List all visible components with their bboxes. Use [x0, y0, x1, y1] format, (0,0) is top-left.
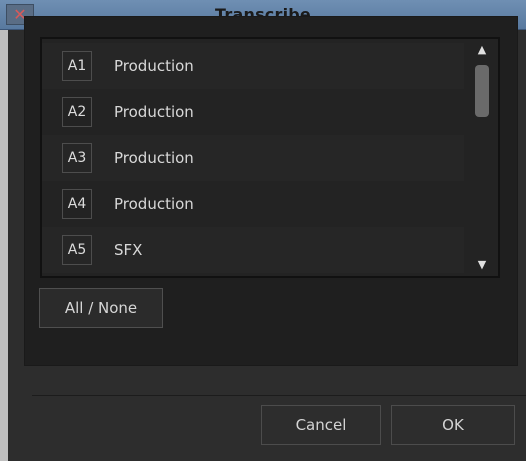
track-label: SFX	[114, 241, 143, 259]
track-id-badge: A2	[62, 97, 92, 127]
ok-button[interactable]: OK	[391, 405, 515, 445]
track-label: Production	[114, 195, 194, 213]
track-id-badge: A5	[62, 235, 92, 265]
all-none-button[interactable]: All / None	[39, 288, 163, 328]
footer-divider	[32, 395, 526, 396]
track-row[interactable]: A2 Production	[42, 89, 464, 135]
track-row[interactable]: A1 Production	[42, 43, 464, 89]
track-list[interactable]: A1 Production A2 Production A3 Productio…	[40, 37, 500, 278]
track-id-badge: A3	[62, 143, 92, 173]
window-edge	[0, 30, 8, 461]
track-row[interactable]: A5 SFX	[42, 227, 464, 273]
track-row[interactable]: A3 Production	[42, 135, 464, 181]
list-scrollbar[interactable]: ▲ ▼	[466, 39, 498, 276]
track-label: Production	[114, 57, 194, 75]
track-label: Production	[114, 149, 194, 167]
track-id-badge: A1	[62, 51, 92, 81]
scroll-down-arrow-icon[interactable]: ▼	[472, 256, 492, 274]
track-label: Production	[114, 103, 194, 121]
track-id-badge: A4	[62, 189, 92, 219]
cancel-button[interactable]: Cancel	[261, 405, 381, 445]
scroll-up-arrow-icon[interactable]: ▲	[472, 41, 492, 59]
track-row[interactable]: A4 Production	[42, 181, 464, 227]
scroll-thumb[interactable]	[475, 65, 489, 117]
transcribe-dialog: ✕ Transcribe A1 Production A2 Production…	[0, 0, 526, 461]
